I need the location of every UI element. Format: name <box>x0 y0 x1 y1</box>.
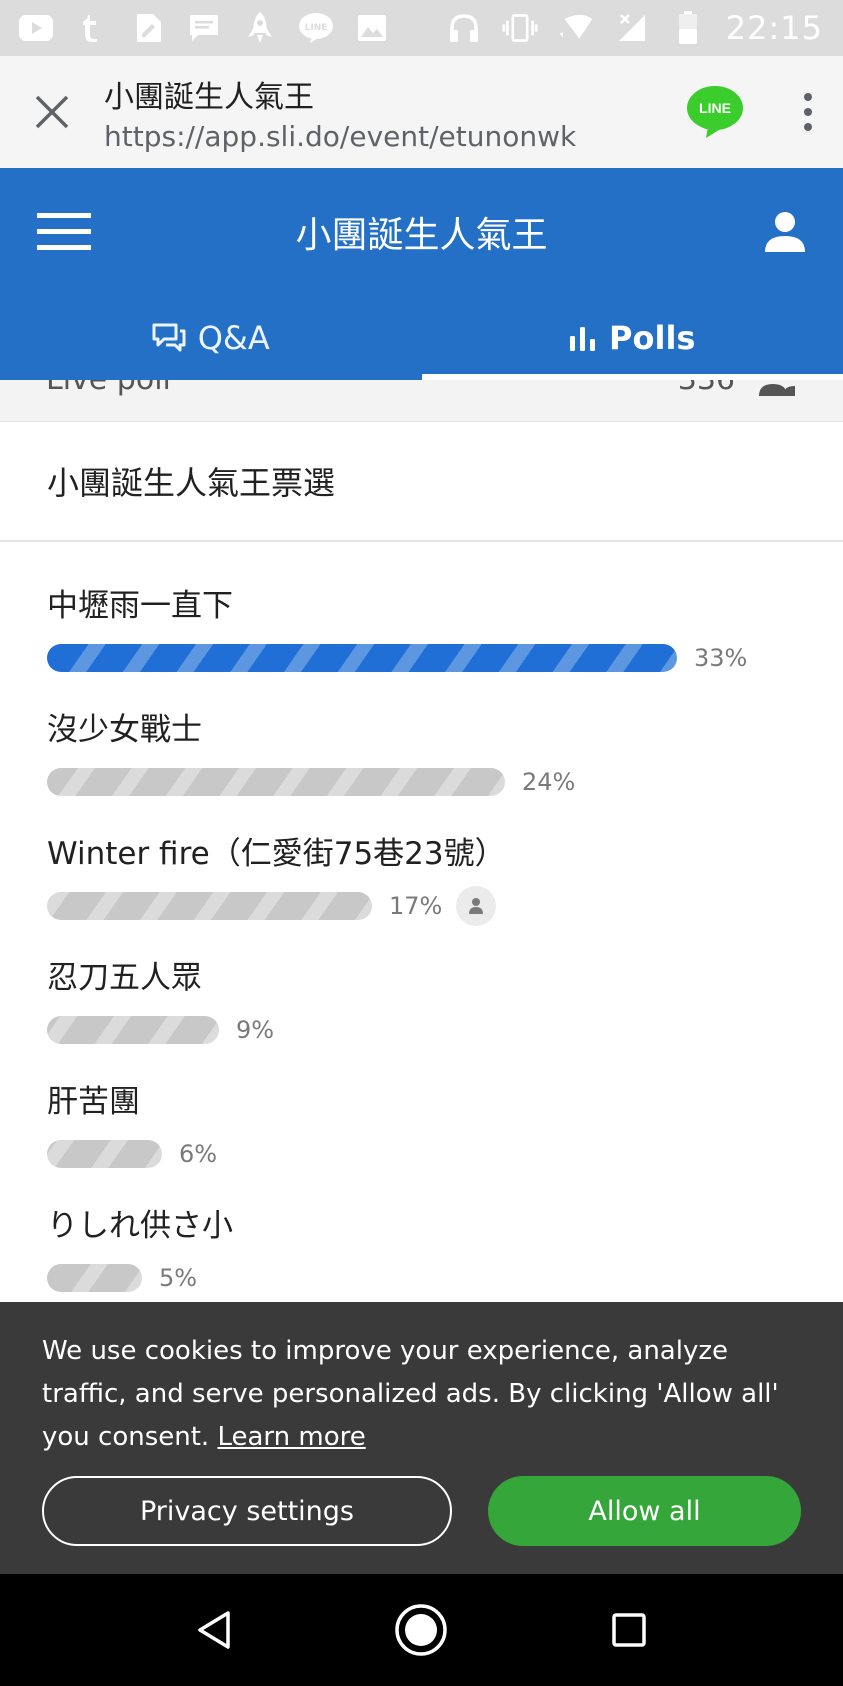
tab-qa[interactable]: Q&A <box>0 296 422 380</box>
participant-count: 336 <box>678 380 735 397</box>
recents-button[interactable] <box>589 1590 669 1670</box>
tab-polls[interactable]: Polls <box>421 296 843 380</box>
poll-option: 沒少女戰士 24% <box>47 708 843 832</box>
line-icon: LINE <box>298 10 334 46</box>
url-text: https://app.sli.do/event/etunonwk <box>104 119 577 153</box>
poll-option: りしれ供さ小 5% <box>47 1204 843 1300</box>
line-share-button[interactable]: LINE <box>675 56 755 168</box>
percent-label: 5% <box>159 1264 198 1292</box>
recents-square-icon <box>612 1613 646 1647</box>
option-result: 6% <box>47 1136 843 1172</box>
result-bar <box>47 644 677 672</box>
home-circle-icon <box>395 1604 448 1656</box>
result-bar <box>47 1140 162 1168</box>
chat-icon <box>152 323 186 352</box>
option-result: 5% <box>47 1260 843 1296</box>
result-bar <box>47 768 505 796</box>
participants-icon <box>757 380 797 400</box>
back-button[interactable] <box>174 1590 254 1670</box>
percent-label: 24% <box>522 768 576 796</box>
cookie-banner: We use cookies to improve your experienc… <box>0 1302 843 1574</box>
option-label: 中壢雨一直下 <box>47 588 233 624</box>
poll-options: 中壢雨一直下 33% 沒少女戰士 24% Winter fire（仁愛街75巷2… <box>0 542 843 1300</box>
option-result: 9% <box>47 1012 843 1048</box>
battery-icon <box>670 10 706 46</box>
screen: LINE 22:15 小團誕生人氣王 https://app.sli.do/ev… <box>0 0 843 1686</box>
result-bar <box>47 1016 219 1044</box>
option-label: 沒少女戰士 <box>47 712 202 748</box>
more-vert-icon <box>804 93 812 131</box>
privacy-settings-button[interactable]: Privacy settings <box>42 1476 452 1546</box>
live-poll-header: Live poll 336 <box>0 380 843 422</box>
close-icon <box>35 95 69 129</box>
browser-page-title: 小團誕生人氣王 <box>104 79 314 115</box>
option-result: 24% <box>47 764 843 800</box>
svg-text:LINE: LINE <box>699 100 731 116</box>
percent-label: 6% <box>179 1140 218 1168</box>
result-bar <box>47 1264 142 1292</box>
poll-option: 忍刀五人眾 9% <box>47 956 843 1080</box>
person-icon <box>469 898 484 914</box>
home-button[interactable] <box>381 1590 461 1670</box>
option-label: 肝苦團 <box>47 1084 140 1120</box>
clock: 22:15 <box>725 9 823 47</box>
poll-question: 小團誕生人氣王票選 <box>0 422 843 542</box>
your-vote-badge <box>456 886 497 926</box>
line-app-icon: LINE <box>687 86 743 138</box>
option-label: Winter fire（仁愛街75巷23號） <box>47 836 506 872</box>
profile-button[interactable] <box>757 204 813 260</box>
live-poll-label: Live poll <box>46 380 171 397</box>
overflow-menu-button[interactable] <box>773 56 843 168</box>
app-header-top <box>0 168 843 296</box>
cookie-text: We use cookies to improve your experienc… <box>42 1336 779 1452</box>
hamburger-menu-button[interactable] <box>36 204 92 260</box>
tab-bar: Q&A Polls <box>0 296 843 380</box>
bar-chart-icon <box>570 327 596 351</box>
option-label: 忍刀五人眾 <box>47 960 202 996</box>
percent-label: 33% <box>694 644 748 672</box>
option-label: りしれ供さ小 <box>47 1208 233 1244</box>
tab-polls-label: Polls <box>609 319 696 357</box>
custom-tab-toolbar: 小團誕生人氣王 https://app.sli.do/event/etunonw… <box>0 56 843 168</box>
system-icons: 22:15 <box>446 9 823 47</box>
no-signal-icon <box>614 10 650 46</box>
back-triangle-icon <box>198 1611 230 1649</box>
document-icon <box>130 10 166 46</box>
close-tab-button[interactable] <box>0 56 104 168</box>
svg-text:LINE: LINE <box>305 23 328 33</box>
tumblr-icon <box>74 10 110 46</box>
cookie-message: We use cookies to improve your experienc… <box>42 1330 801 1459</box>
percent-label: 9% <box>236 1016 275 1044</box>
poll-option: 肝苦團 6% <box>47 1080 843 1204</box>
learn-more-link[interactable]: Learn more <box>217 1422 365 1452</box>
person-icon <box>765 212 805 252</box>
option-result: 33% <box>47 640 843 676</box>
poll-option: 中壢雨一直下 33% <box>47 584 843 708</box>
image-icon <box>354 10 390 46</box>
vibrate-icon <box>502 10 538 46</box>
poll-option: Winter fire（仁愛街75巷23號） 17% <box>47 832 843 956</box>
wifi-icon <box>558 10 594 46</box>
app-header: 小團誕生人氣王 Q&A Polls <box>0 168 843 380</box>
headphones-icon <box>446 10 482 46</box>
cookie-actions: Privacy settings Allow all <box>42 1476 801 1546</box>
system-nav-bar <box>0 1574 843 1686</box>
poll-content: Live poll 336 小團誕生人氣王票選 中壢雨一直下 33% 沒少女戰士… <box>0 380 843 1300</box>
result-bar <box>47 892 372 920</box>
option-result: 17% <box>47 886 843 926</box>
rocket-icon <box>242 10 278 46</box>
menu-icon <box>37 213 91 250</box>
allow-all-button[interactable]: Allow all <box>488 1476 801 1546</box>
message-icon <box>186 10 222 46</box>
percent-label: 17% <box>389 892 443 920</box>
youtube-icon <box>18 10 54 46</box>
notification-icons: LINE <box>18 10 390 46</box>
url-block[interactable]: 小團誕生人氣王 https://app.sli.do/event/etunonw… <box>104 72 675 153</box>
tab-qa-label: Q&A <box>197 319 270 357</box>
status-bar: LINE 22:15 <box>0 0 843 56</box>
